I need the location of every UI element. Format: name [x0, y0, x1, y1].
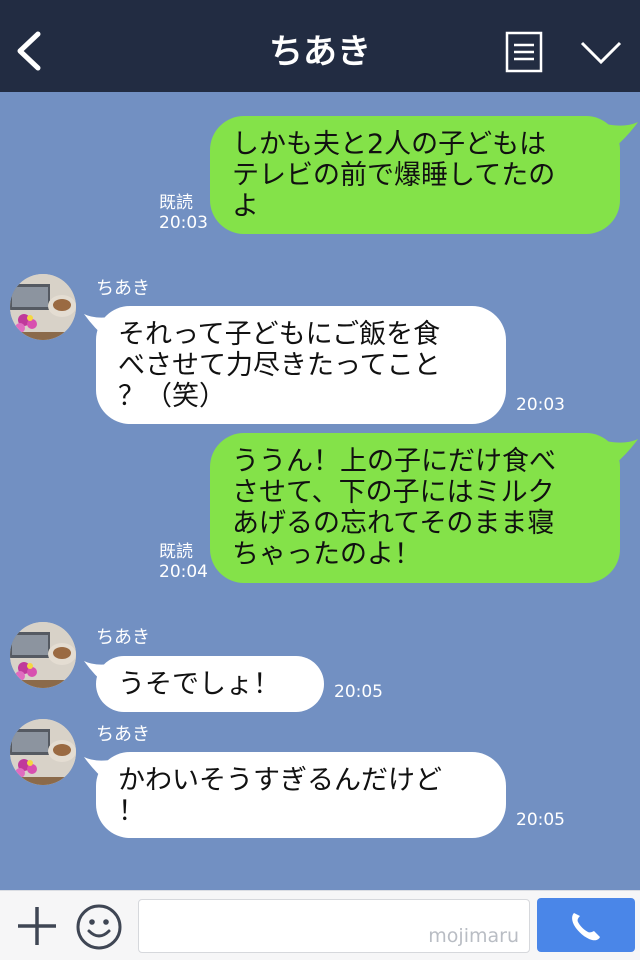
- add-attachment-button[interactable]: [16, 905, 58, 947]
- sender-name: ちあき: [96, 627, 150, 648]
- read-status: 既読: [159, 542, 193, 562]
- phone-icon: [572, 913, 600, 941]
- avatar[interactable]: [10, 719, 76, 785]
- message-text: うそでしょ！: [118, 669, 280, 700]
- message-text: ううん！上の子にだけ食べ させて、下の子にはミルク あげるの忘れてそのまま寝 ち…: [232, 446, 556, 570]
- chevron-left-icon: [17, 31, 41, 71]
- message-time: 20:03: [516, 395, 565, 415]
- message-text: かわいそうすぎるんだけど ！: [118, 765, 442, 827]
- message-time: 20:03: [159, 213, 208, 233]
- outgoing-bubble[interactable]: ううん！上の子にだけ食べ させて、下の子にはミルク あげるの忘れてそのまま寝 ち…: [210, 433, 620, 583]
- sender-name: ちあき: [96, 278, 150, 299]
- outgoing-bubble[interactable]: しかも夫と2人の子どもは テレビの前で爆睡してたの よ: [210, 116, 620, 234]
- note-list-icon: [505, 31, 543, 73]
- bubble-tail: [606, 439, 638, 465]
- avatar-photo-icon: [10, 719, 76, 785]
- avatar-photo-icon: [10, 622, 76, 688]
- back-button[interactable]: [14, 30, 44, 72]
- incoming-bubble[interactable]: それって子どもにご飯を食 べさせて力尽きたってこと ？（笑）: [96, 306, 506, 424]
- message-input[interactable]: mojimaru: [138, 899, 530, 953]
- incoming-bubble[interactable]: かわいそうすぎるんだけど ！: [96, 752, 506, 838]
- message-text: しかも夫と2人の子どもは テレビの前で爆睡してたの よ: [232, 129, 556, 222]
- avatar[interactable]: [10, 622, 76, 688]
- plus-icon: [18, 907, 56, 945]
- message-text: それって子どもにご飯を食 べさせて力尽きたってこと ？（笑）: [118, 319, 441, 412]
- note-menu-button[interactable]: [505, 31, 543, 73]
- message-time: 20:05: [334, 682, 383, 702]
- message-time: 20:05: [516, 810, 565, 830]
- read-status: 既読: [159, 193, 193, 213]
- bubble-tail: [84, 314, 116, 340]
- avatar-photo-icon: [10, 274, 76, 340]
- message-time: 20:04: [159, 562, 208, 582]
- chevron-down-icon: [580, 41, 622, 65]
- watermark: mojimaru: [428, 925, 519, 947]
- bubble-tail: [84, 661, 116, 687]
- chat-header: ちあき: [0, 0, 640, 92]
- expand-menu-button[interactable]: [580, 40, 622, 66]
- bubble-tail: [606, 122, 638, 148]
- bubble-tail: [84, 757, 116, 783]
- incoming-bubble[interactable]: うそでしょ！: [96, 656, 324, 712]
- chat-area[interactable]: しかも夫と2人の子どもは テレビの前で爆睡してたの よ 既読 20:03 ちあき…: [0, 92, 640, 890]
- avatar[interactable]: [10, 274, 76, 340]
- chat-title: ちあき: [269, 32, 371, 72]
- sender-name: ちあき: [96, 724, 150, 745]
- call-button[interactable]: [537, 898, 635, 952]
- emoji-button[interactable]: [75, 903, 123, 951]
- input-bar: mojimaru: [0, 890, 640, 960]
- smiley-icon: [76, 904, 122, 950]
